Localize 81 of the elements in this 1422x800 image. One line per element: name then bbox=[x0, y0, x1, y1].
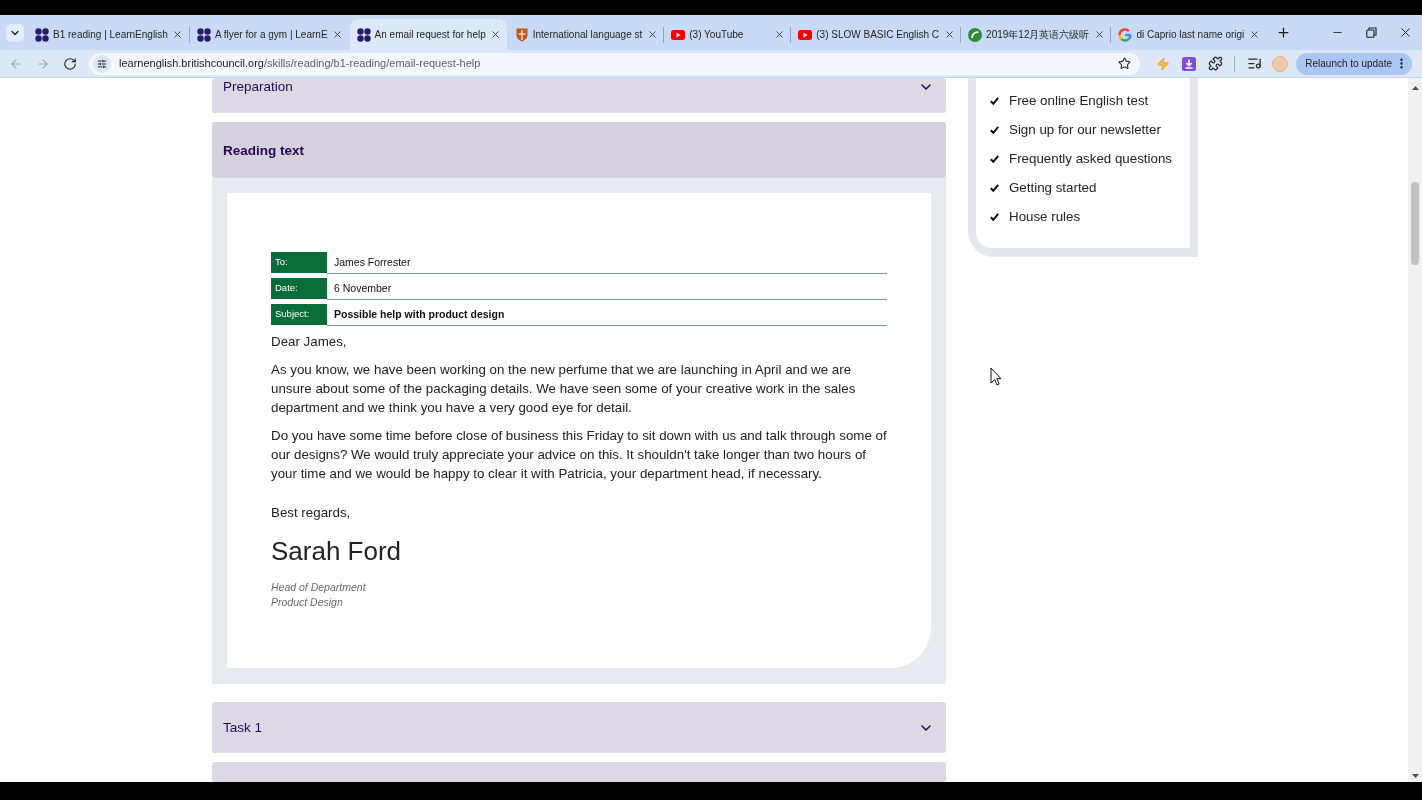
close-tab-button[interactable] bbox=[489, 28, 502, 41]
accordion-header[interactable]: Reading text bbox=[212, 122, 946, 178]
download-icon bbox=[1182, 56, 1197, 71]
check-icon bbox=[990, 212, 999, 221]
greeting: Dear James, bbox=[271, 333, 348, 351]
tab-list-button[interactable] bbox=[6, 23, 24, 42]
close-icon bbox=[172, 29, 184, 40]
scrollbar-thumb[interactable] bbox=[1411, 182, 1419, 265]
check-icon bbox=[990, 96, 999, 105]
browser-tab[interactable]: International language st bbox=[507, 19, 664, 50]
scroll-up-icon[interactable] bbox=[1411, 86, 1419, 90]
field-value: Possible help with product design bbox=[327, 304, 887, 326]
address-field[interactable]: learnenglish.britishcouncil.org/skills/reading/b1-reading/email-request-help bbox=[89, 52, 1141, 75]
play-button-icon bbox=[798, 29, 813, 40]
sidebar-link[interactable]: Getting started bbox=[1009, 178, 1097, 197]
field-label: To: bbox=[271, 252, 327, 273]
sidebar-link[interactable]: Frequently asked questions bbox=[1009, 149, 1172, 168]
check-icon bbox=[990, 154, 999, 163]
sliders-icon bbox=[97, 58, 107, 69]
browser-tab[interactable]: A flyer for a gym | LearnE bbox=[189, 19, 349, 50]
close-tab-button[interactable] bbox=[646, 28, 659, 41]
playlist-icon bbox=[1246, 56, 1262, 71]
restore-icon bbox=[1365, 27, 1377, 38]
field-value: James Forrester bbox=[327, 252, 887, 274]
close-icon bbox=[490, 29, 502, 40]
close-tab-button[interactable] bbox=[773, 28, 786, 41]
close-tab-button[interactable] bbox=[1093, 28, 1106, 41]
scrollbar-track[interactable] bbox=[1408, 78, 1422, 782]
browser-tab[interactable]: (3) SLOW BASIC English C bbox=[791, 19, 961, 50]
four-dots-icon bbox=[356, 27, 371, 42]
close-icon bbox=[1093, 29, 1105, 40]
sidebar-link[interactable]: Free online English test bbox=[1009, 91, 1149, 110]
browser-tab[interactable]: di Caprio last name origi bbox=[1111, 19, 1266, 50]
close-icon bbox=[773, 29, 785, 40]
field-label: Subject: bbox=[271, 304, 327, 325]
field-label: Date: bbox=[271, 278, 327, 299]
accordion-header[interactable]: Preparation bbox=[212, 78, 946, 113]
close-tab-button[interactable] bbox=[171, 28, 184, 41]
circle-logo-icon bbox=[968, 27, 983, 42]
scroll-down-icon[interactable] bbox=[1411, 774, 1419, 778]
bookmark-button[interactable] bbox=[1116, 55, 1133, 72]
check-icon bbox=[990, 183, 999, 192]
avatar-icon bbox=[1272, 55, 1289, 72]
signature-line: Head of Department bbox=[271, 580, 366, 595]
mouse-pointer-icon bbox=[990, 367, 1002, 386]
site-info-button[interactable] bbox=[93, 54, 111, 73]
reload-icon bbox=[63, 56, 77, 71]
signature-line: Product Design bbox=[271, 595, 343, 610]
close-tab-button[interactable] bbox=[943, 28, 956, 41]
field-value: 6 November bbox=[327, 278, 887, 300]
close-icon bbox=[1248, 29, 1260, 40]
browser-tab[interactable]: (3) YouTube bbox=[664, 19, 791, 50]
close-icon bbox=[943, 29, 955, 40]
sidebar-link[interactable]: Sign up for our newsletter bbox=[1009, 120, 1161, 139]
close-tab-button[interactable] bbox=[1248, 28, 1261, 41]
play-button-icon bbox=[671, 29, 686, 40]
lightning-icon bbox=[1156, 56, 1171, 71]
puzzle-icon bbox=[1207, 56, 1223, 71]
closing: Best regards, bbox=[271, 504, 352, 522]
four-dots-icon bbox=[35, 27, 49, 42]
close-tab-button[interactable] bbox=[331, 28, 344, 41]
arrow-right-icon bbox=[36, 56, 50, 71]
star-icon bbox=[1117, 57, 1131, 70]
browser-tab[interactable]: An email request for help bbox=[349, 19, 507, 50]
arrow-left-icon bbox=[9, 56, 23, 71]
browser-tab[interactable]: B1 reading | LearnEnglish bbox=[28, 19, 189, 50]
multicolor-ring-icon bbox=[1118, 27, 1133, 42]
relaunch-button[interactable]: Relaunch to update bbox=[1296, 52, 1412, 75]
paragraph: Do you have some time before close of business this Friday to sit down with us and talk through some of our designs? We would truly appreciate your advice on this. It shouldn't take longer than two hours of your time and we would be happy to clear it with Patricia, your department head, if necessary. bbox=[271, 427, 887, 483]
paragraph: As you know, we have been working on the new perfume that we are launching in April and we are unsure about some of the packaging details. We have seen some of your creative work in the sales department and we think you have a very good eye for detail. bbox=[271, 361, 857, 417]
browser-tab[interactable]: 2019年12月英语六级听 bbox=[961, 19, 1111, 50]
signature: Sarah Ford bbox=[271, 535, 403, 567]
plus-icon bbox=[1275, 25, 1291, 40]
shield-icon bbox=[514, 27, 529, 42]
close-icon bbox=[332, 29, 344, 40]
four-dots-icon bbox=[196, 27, 211, 42]
url-text: learnenglish.britishcouncil.org/skills/reading/b1-reading/email-request-help bbox=[119, 56, 481, 72]
sidebar-link[interactable]: House rules bbox=[1009, 207, 1081, 226]
close-icon bbox=[646, 29, 658, 40]
accordion-header[interactable]: Task 1 bbox=[212, 702, 946, 753]
check-icon bbox=[990, 125, 999, 134]
